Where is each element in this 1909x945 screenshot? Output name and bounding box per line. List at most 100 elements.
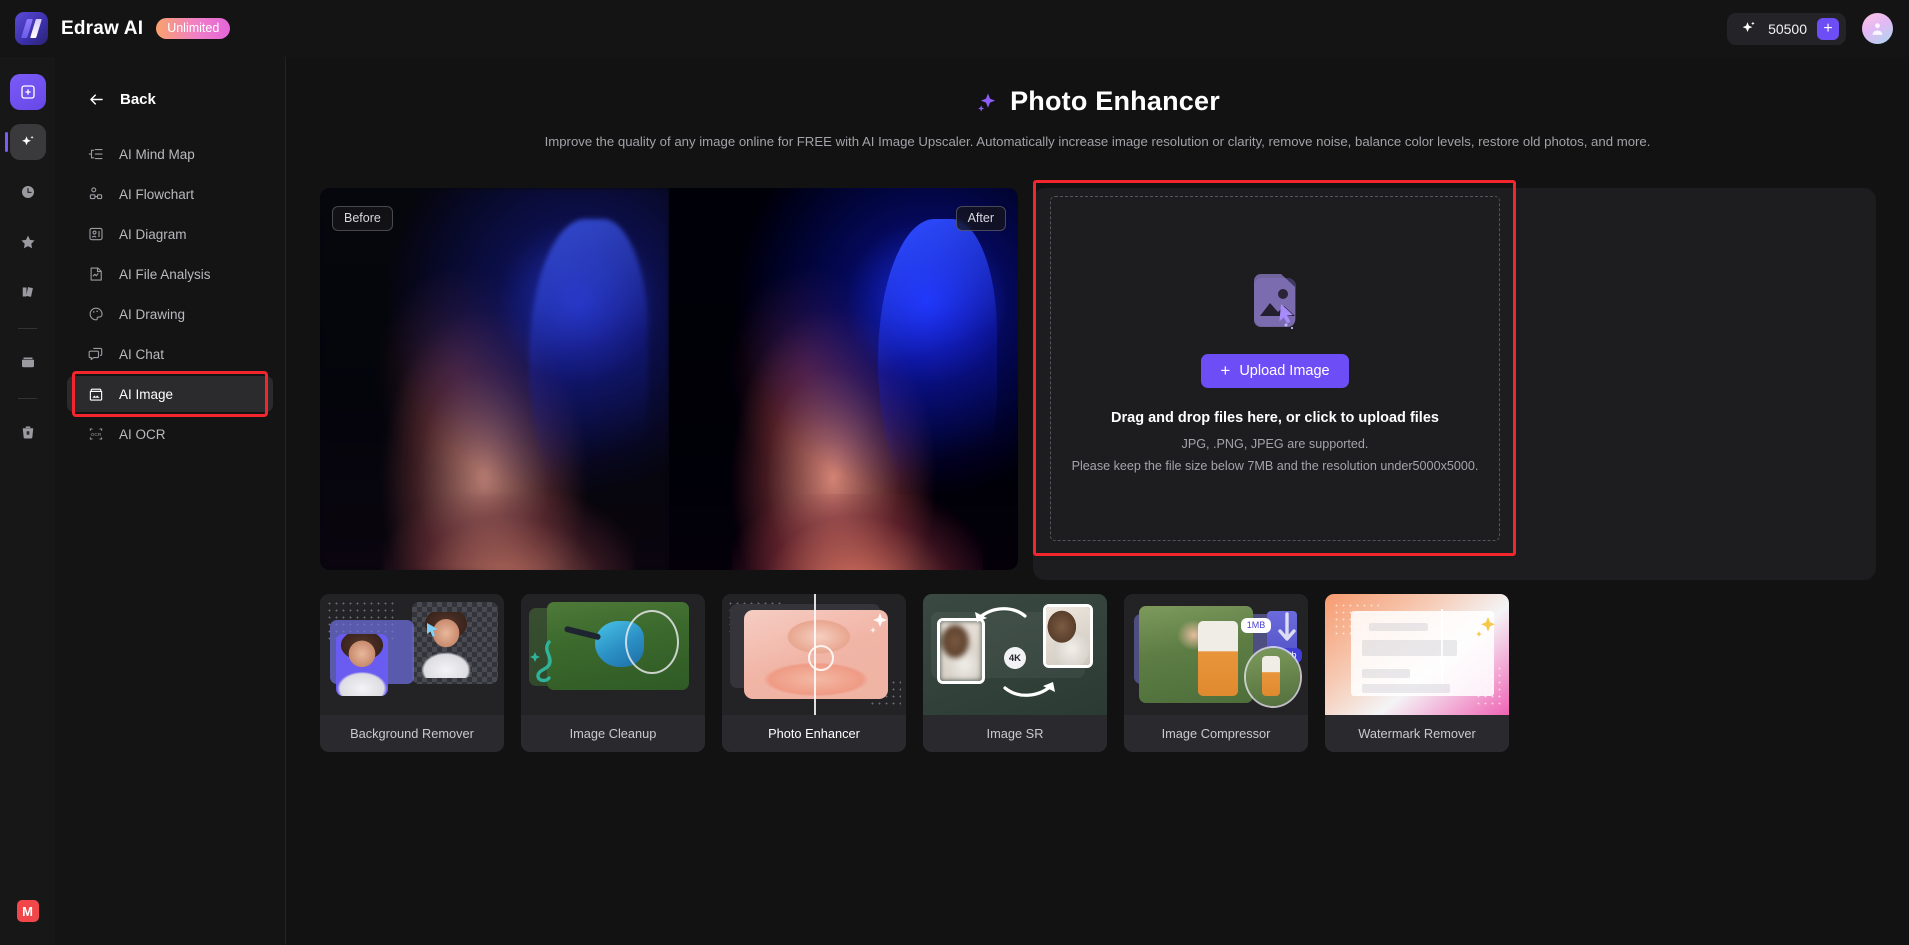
uploader-panel: + Upload Image Drag and drop files here,… xyxy=(1033,180,1876,580)
rail-divider xyxy=(18,328,37,329)
before-after-preview[interactable]: Before After xyxy=(320,188,1018,570)
trash-icon xyxy=(22,426,33,439)
card-label: Image SR xyxy=(923,715,1107,752)
user-avatar-icon xyxy=(1872,23,1883,35)
before-photo xyxy=(320,188,669,570)
add-credits-button[interactable]: + xyxy=(1817,17,1839,40)
top-bar-right: 50500 + xyxy=(1727,12,1909,45)
nav-item-ai-image[interactable]: AI Image xyxy=(67,371,273,417)
top-bar: Edraw AI Unlimited 50500 + xyxy=(0,0,1909,57)
flowchart-icon xyxy=(89,187,103,200)
plan-badge: Unlimited xyxy=(156,18,231,39)
diagram-icon xyxy=(89,227,103,241)
preview-after xyxy=(669,188,1018,570)
palette-icon xyxy=(89,307,103,321)
rail-item-templates[interactable] xyxy=(10,274,46,310)
nav-item-ai-flowchart[interactable]: AI Flowchart xyxy=(67,176,273,212)
nav-item-ai-diagram[interactable]: AI Diagram xyxy=(67,216,273,252)
dropzone-title: Drag and drop files here, or click to up… xyxy=(1111,410,1439,426)
tool-card-image-cleanup[interactable]: Image Cleanup xyxy=(521,594,705,752)
upload-image-button[interactable]: + Upload Image xyxy=(1201,354,1349,388)
sparkle-icon xyxy=(1476,617,1495,637)
edraw-logo-icon xyxy=(15,12,48,45)
star-icon xyxy=(20,235,35,249)
after-photo xyxy=(669,188,1018,570)
brand-name: Edraw AI xyxy=(61,17,144,39)
rail-item-my-files[interactable] xyxy=(10,344,46,380)
download-arrow-icon xyxy=(1278,612,1296,641)
credits-chip[interactable]: 50500 + xyxy=(1727,12,1846,45)
sparkles-icon xyxy=(21,135,34,146)
nav-item-ai-ocr[interactable]: OCR AI OCR xyxy=(67,416,273,452)
card-label: Image Compressor xyxy=(1124,715,1308,752)
brand[interactable]: Edraw AI Unlimited xyxy=(0,12,231,45)
brush-stroke-icon xyxy=(530,640,552,683)
folder-icon xyxy=(21,357,34,368)
card-thumbnail xyxy=(521,594,705,715)
mindmap-icon xyxy=(88,148,103,160)
nav-label: AI File Analysis xyxy=(119,266,211,282)
nav-label: AI Flowchart xyxy=(119,186,195,202)
nav-panel: Back AI Mind Map AI Flowchart AI Diagram xyxy=(55,57,286,945)
card-thumbnail: 1MB 100kb xyxy=(1124,594,1308,715)
card-thumbnail xyxy=(1325,594,1509,715)
tool-card-photo-enhancer[interactable]: Photo Enhancer xyxy=(722,594,906,752)
tool-cards: Background Remover Image Cleanup Photo E… xyxy=(320,594,1876,756)
plus-square-icon xyxy=(20,85,35,99)
nav-label: AI Diagram xyxy=(119,226,187,242)
rail-item-recent[interactable] xyxy=(10,174,46,210)
icon-rail: M xyxy=(0,57,55,945)
clock-icon xyxy=(21,186,34,198)
nav-label: AI Mind Map xyxy=(119,146,195,162)
plus-icon: + xyxy=(1220,361,1231,380)
page-title-row: Photo Enhancer xyxy=(286,86,1909,117)
chat-icon xyxy=(88,347,103,361)
card-label: Photo Enhancer xyxy=(722,715,906,752)
card-thumbnail xyxy=(320,594,504,715)
dropzone-formats: JPG, .PNG, JPEG are supported. xyxy=(1181,437,1369,451)
avatar[interactable] xyxy=(1862,13,1893,44)
svg-text:OCR: OCR xyxy=(91,432,102,438)
rail-divider-2 xyxy=(18,398,37,399)
sparkle-icon xyxy=(1740,20,1758,38)
nav-label: AI Drawing xyxy=(119,306,186,322)
tool-card-watermark-remover[interactable]: Watermark Remover xyxy=(1325,594,1509,752)
rail-item-trash[interactable] xyxy=(10,414,46,450)
page-description: Improve the quality of any image online … xyxy=(544,134,1651,149)
dropzone[interactable]: + Upload Image Drag and drop files here,… xyxy=(1050,196,1500,541)
image-icon xyxy=(89,388,103,401)
rail-item-ai-tools[interactable] xyxy=(4,124,46,160)
nav-item-ai-mind-map[interactable]: AI Mind Map xyxy=(67,136,273,172)
templates-icon xyxy=(22,287,33,297)
rail-item-favorites[interactable] xyxy=(10,224,46,260)
card-label: Background Remover xyxy=(320,715,504,752)
rail-item-new-document[interactable] xyxy=(9,74,46,110)
before-label: Before xyxy=(332,206,393,231)
nav-item-ai-chat[interactable]: AI Chat xyxy=(67,336,273,372)
rail-badge-m[interactable]: M xyxy=(16,900,39,922)
nav-label: AI Chat xyxy=(119,346,165,362)
arrow-left-icon xyxy=(90,94,103,105)
size-before-badge: 1MB xyxy=(1240,618,1272,634)
nav-item-ai-file-analysis[interactable]: AI File Analysis xyxy=(67,256,273,292)
image-upload-icon xyxy=(1241,270,1309,336)
after-label: After xyxy=(955,206,1006,231)
card-thumbnail xyxy=(722,594,906,715)
tool-card-image-compressor[interactable]: 1MB 100kb Image Compressor xyxy=(1124,594,1308,752)
ocr-icon: OCR xyxy=(89,428,103,440)
nav-item-ai-drawing[interactable]: AI Drawing xyxy=(67,296,273,332)
tool-card-image-sr[interactable]: 4K Image SR xyxy=(923,594,1107,752)
card-label: Watermark Remover xyxy=(1325,715,1509,752)
credits-value: 50500 xyxy=(1768,20,1807,37)
card-thumbnail: 4K xyxy=(923,594,1107,715)
cursor-icon xyxy=(427,623,438,637)
content-row: Before After + Upload Image Drag and dro… xyxy=(320,180,1876,580)
file-analysis-icon xyxy=(90,267,102,281)
nav-list: AI Mind Map AI Flowchart AI Diagram AI F… xyxy=(55,136,285,452)
back-label: Back xyxy=(120,91,156,108)
nav-label: AI OCR xyxy=(119,426,166,442)
sparkle-icon xyxy=(870,613,887,633)
preview-before xyxy=(320,188,669,570)
tool-card-background-remover[interactable]: Background Remover xyxy=(320,594,504,752)
back-button[interactable]: Back xyxy=(55,57,285,109)
